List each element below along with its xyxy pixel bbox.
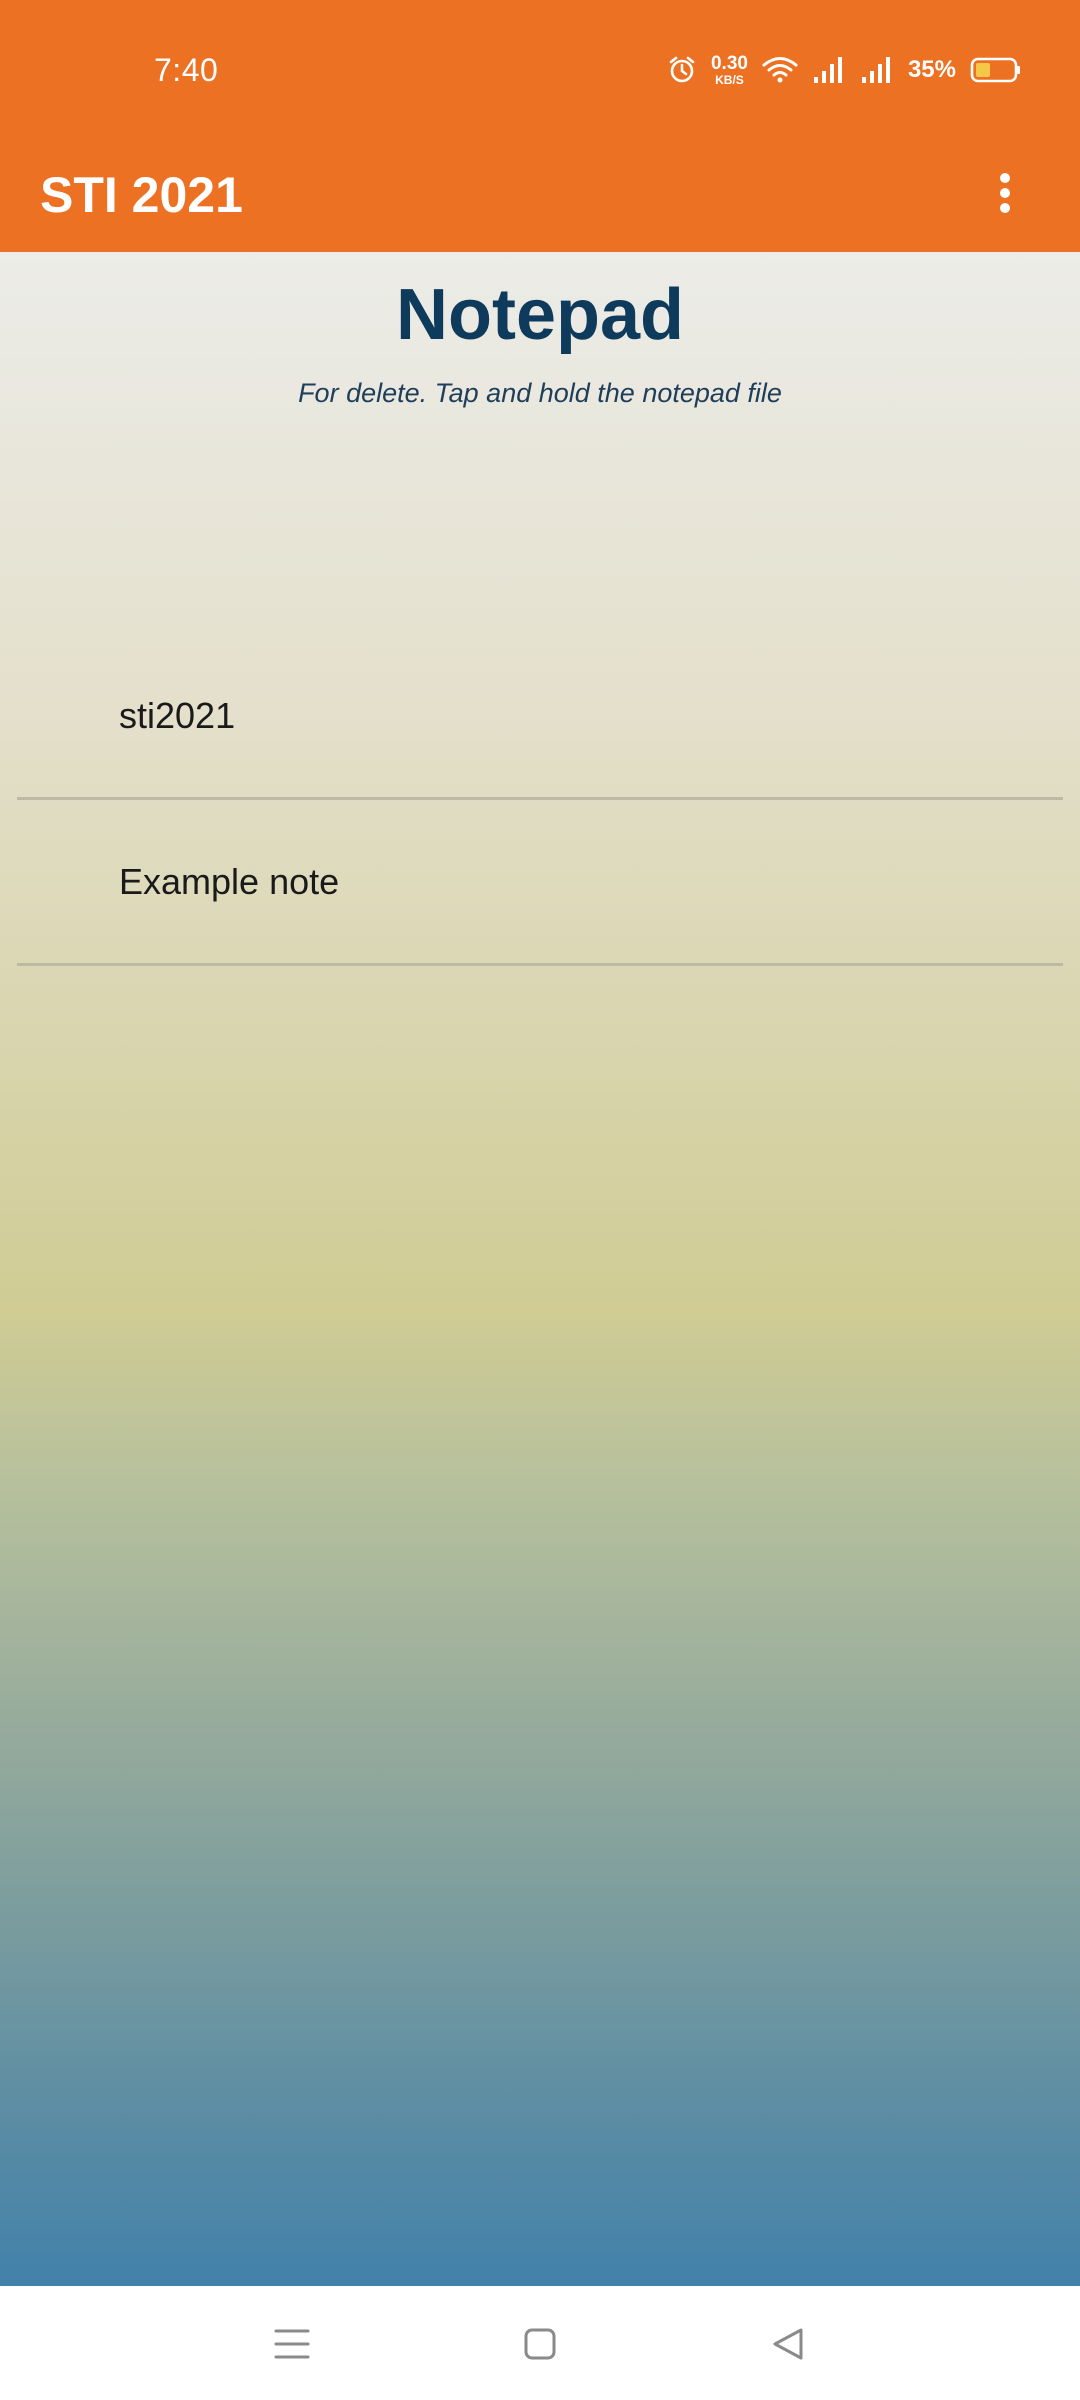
recents-icon	[274, 2327, 310, 2366]
status-time: 7:40	[154, 52, 219, 88]
more-vert-icon	[998, 172, 1012, 219]
note-list: sti2021 Example note	[17, 634, 1063, 966]
back-icon	[771, 2327, 805, 2366]
app-title: STI 2021	[40, 167, 243, 223]
status-bar: 7:40 0.30 KB/S 35%	[0, 0, 1080, 140]
home-button[interactable]	[510, 2316, 570, 2376]
note-title: sti2021	[119, 695, 236, 736]
page-title: Notepad	[396, 275, 684, 355]
wifi-icon	[762, 55, 798, 85]
home-icon	[523, 2327, 557, 2366]
battery-percent: 35%	[907, 56, 956, 83]
battery-icon	[970, 56, 1022, 84]
network-speed-unit: KB/S	[715, 73, 744, 87]
note-item[interactable]: sti2021	[17, 634, 1063, 800]
more-options-button[interactable]	[970, 160, 1040, 230]
app-bar: STI 2021	[0, 140, 1080, 252]
system-nav-bar	[0, 2286, 1080, 2400]
recents-button[interactable]	[262, 2316, 322, 2376]
notepad-content: Notepad For delete. Tap and hold the not…	[0, 252, 1080, 2286]
network-speed: 0.30 KB/S	[711, 54, 748, 86]
status-icons: 0.30 KB/S 35%	[667, 50, 1022, 90]
alarm-icon	[667, 55, 697, 85]
signal-icon	[812, 55, 846, 85]
back-button[interactable]	[758, 2316, 818, 2376]
network-speed-value: 0.30	[710, 53, 748, 74]
delete-hint: For delete. Tap and hold the notepad fil…	[298, 378, 782, 408]
signal-icon	[860, 55, 894, 85]
note-title: Example note	[119, 861, 340, 902]
note-item[interactable]: Example note	[17, 800, 1063, 966]
